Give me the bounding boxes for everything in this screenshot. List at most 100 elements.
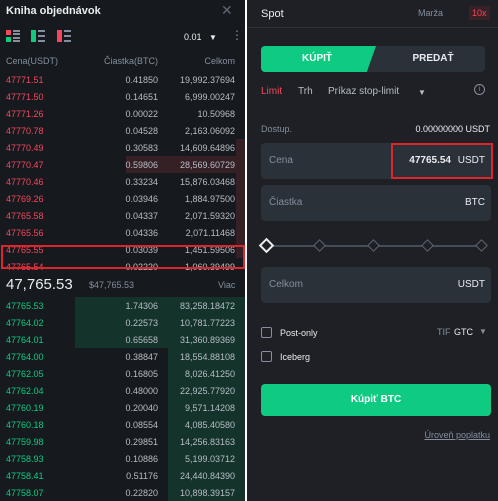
bid-row[interactable]: 47758.07 0.22820 10,898.39157	[0, 484, 245, 501]
bid-total: 8,026.41250	[184, 369, 235, 379]
tab-margin[interactable]: Marža	[418, 8, 443, 18]
ask-total: 6,999.00247	[184, 92, 235, 102]
slider-step-50[interactable]	[367, 239, 380, 252]
ask-total: 1,884.97500	[184, 194, 235, 204]
bid-amount: 0.10886	[125, 454, 158, 464]
bid-price: 47760.18	[6, 420, 44, 430]
slider-step-25[interactable]	[313, 239, 326, 252]
ask-price: 47771.26	[6, 109, 44, 119]
amount-field[interactable]: Čiastka BTC	[261, 185, 491, 221]
precision-select[interactable]: 0.01	[184, 32, 202, 42]
bid-row[interactable]: 47765.53 1.74306 83,258.18472	[0, 297, 245, 314]
sell-tab-label[interactable]: PREDAŤ	[383, 53, 483, 64]
bid-price: 47758.41	[6, 471, 44, 481]
slider-step-100[interactable]	[475, 239, 488, 252]
ask-price: 47771.51	[6, 75, 44, 85]
bid-total: 31,360.89369	[179, 335, 235, 345]
ask-amount: 0.04336	[125, 228, 158, 238]
bid-amount: 0.22820	[125, 488, 158, 498]
close-icon[interactable]: ✕	[221, 2, 233, 19]
ask-amount: 0.03946	[125, 194, 158, 204]
ask-row[interactable]: 47770.47 0.59806 28,569.60729	[0, 156, 245, 173]
buy-btc-button[interactable]: Kúpiť BTC	[261, 384, 491, 416]
ask-amount: 0.59806	[125, 160, 158, 170]
bid-row[interactable]: 47760.19 0.20040 9,571.14208	[0, 399, 245, 416]
bid-row[interactable]: 47762.04 0.48000 22,925.77920	[0, 382, 245, 399]
bid-price: 47762.05	[6, 369, 44, 379]
bid-price: 47764.00	[6, 352, 44, 362]
bid-row[interactable]: 47760.18 0.08554 4,085.40580	[0, 416, 245, 433]
tab-spot[interactable]: Spot	[261, 8, 284, 20]
bid-price: 47764.01	[6, 335, 44, 345]
depth-bar	[236, 173, 245, 190]
caret-down-icon[interactable]: ▼	[418, 88, 426, 97]
available-label: Dostup.	[261, 124, 293, 134]
ask-row[interactable]: 47765.56 0.04336 2,071.11468	[0, 224, 245, 241]
info-icon[interactable]: i	[474, 84, 485, 95]
highlight-box-ask	[1, 245, 245, 269]
bid-row[interactable]: 47764.02 0.22573 10,781.77223	[0, 314, 245, 331]
ask-price: 47765.56	[6, 228, 44, 238]
bid-total: 9,571.14208	[184, 403, 235, 413]
bid-amount: 1.74306	[125, 301, 158, 311]
column-header-amount: Čiastka(BTC)	[103, 56, 158, 66]
fee-level-link[interactable]: Úroveň poplatku	[424, 430, 490, 440]
caret-down-icon[interactable]: ▼	[209, 33, 217, 42]
bid-amount: 0.65658	[125, 335, 158, 345]
ask-row[interactable]: 47771.26 0.00022 10.50968	[0, 105, 245, 122]
ask-total: 19,992.37694	[179, 75, 235, 85]
buy-tab-label[interactable]: KÚPIŤ	[261, 53, 373, 64]
order-type-limit[interactable]: Limit	[261, 86, 282, 97]
bid-row[interactable]: 47759.98 0.29851 14,256.83163	[0, 433, 245, 450]
header-divider	[247, 27, 498, 28]
ask-amount: 0.04528	[125, 126, 158, 136]
ask-amount: 0.14651	[125, 92, 158, 102]
ask-row[interactable]: 47770.49 0.30583 14,609.64896	[0, 139, 245, 156]
ask-price: 47770.47	[6, 160, 44, 170]
slider-step-75[interactable]	[421, 239, 434, 252]
caret-down-icon[interactable]: ▼	[479, 327, 487, 336]
ask-price: 47765.58	[6, 211, 44, 221]
ask-total: 14,609.64896	[179, 143, 235, 153]
more-options-icon[interactable]: ⋮	[231, 29, 243, 41]
bid-row[interactable]: 47758.93 0.10886 5,199.03712	[0, 450, 245, 467]
bid-row[interactable]: 47758.41 0.51176 24,440.84390	[0, 467, 245, 484]
view-asks-icon[interactable]	[57, 30, 71, 42]
highlight-box-price	[391, 143, 493, 179]
bid-total: 4,085.40580	[184, 420, 235, 430]
tif-select[interactable]: GTC	[454, 327, 473, 337]
bid-amount: 0.51176	[126, 471, 158, 481]
ask-row[interactable]: 47771.51 0.41850 19,992.37694	[0, 71, 245, 88]
amount-unit: BTC	[465, 197, 485, 208]
post-only-checkbox[interactable]	[261, 327, 272, 338]
view-bids-icon[interactable]	[31, 30, 45, 42]
ask-total: 15,876.03468	[179, 177, 235, 187]
bid-total: 22,925.77920	[179, 386, 235, 396]
bid-row[interactable]: 47764.00 0.38847 18,554.88108	[0, 348, 245, 365]
ask-row[interactable]: 47771.50 0.14651 6,999.00247	[0, 88, 245, 105]
iceberg-checkbox[interactable]	[261, 351, 272, 362]
order-type-market[interactable]: Trh	[298, 86, 313, 97]
ask-row[interactable]: 47770.46 0.33234 15,876.03468	[0, 173, 245, 190]
slider-thumb[interactable]	[258, 237, 275, 254]
bid-total: 5,199.03712	[184, 454, 235, 464]
tif-label: TIF	[437, 327, 451, 337]
amount-label: Čiastka	[269, 197, 303, 208]
depth-bar	[236, 190, 245, 207]
bid-price: 47762.04	[6, 386, 44, 396]
ask-total: 10.50968	[197, 109, 235, 119]
ask-row[interactable]: 47765.58 0.04337 2,071.59320	[0, 207, 245, 224]
bid-amount: 0.38847	[125, 352, 158, 362]
bid-price: 47758.93	[6, 454, 44, 464]
column-header-total: Celkom	[204, 56, 235, 66]
bid-row[interactable]: 47764.01 0.65658 31,360.89369	[0, 331, 245, 348]
ask-row[interactable]: 47769.26 0.03946 1,884.97500	[0, 190, 245, 207]
ask-price: 47771.50	[6, 92, 44, 102]
view-both-icon[interactable]	[6, 30, 20, 42]
ask-row[interactable]: 47770.78 0.04528 2,163.06092	[0, 122, 245, 139]
more-link[interactable]: Viac	[218, 280, 235, 290]
bid-row[interactable]: 47762.05 0.16805 8,026.41250	[0, 365, 245, 382]
trade-panel: Spot Marža 10x KÚPIŤ PREDAŤ Limit Trh Pr…	[247, 0, 498, 501]
order-type-stop-limit[interactable]: Príkaz stop-limit	[328, 86, 399, 97]
total-field[interactable]: Celkom USDT	[261, 267, 491, 303]
